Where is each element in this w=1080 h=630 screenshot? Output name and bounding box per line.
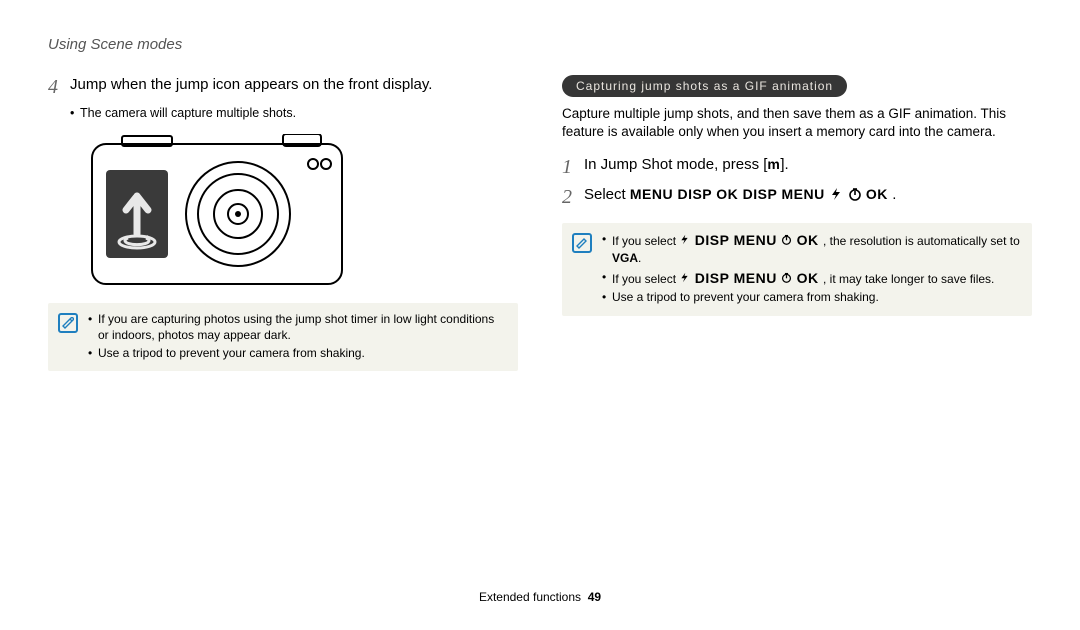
note-icon — [58, 313, 78, 333]
text-fragment: . — [892, 186, 896, 203]
flash-icon — [829, 187, 843, 201]
seq-part: MENU DISP OK DISP MENU — [630, 186, 825, 202]
page-number: 49 — [588, 590, 601, 604]
footer-section: Extended functions — [479, 590, 581, 604]
list-item: If you select DISP MENU OK , the resolut… — [602, 231, 1022, 266]
step-2: 2 Select MENU DISP OK DISP MENU OK . — [562, 185, 1032, 209]
text-fragment: If you select — [612, 272, 679, 286]
step-text: In Jump Shot mode, press [m]. — [584, 155, 789, 175]
step-4: 4 Jump when the jump icon appears on the… — [48, 75, 518, 99]
section-body: Capture multiple jump shots, and then sa… — [562, 105, 1032, 141]
section-pill: Capturing jump shots as a GIF animation — [562, 75, 847, 97]
resolution-label: VGA — [612, 251, 638, 265]
flash-icon — [679, 234, 690, 245]
menu-glyph: m — [767, 156, 780, 172]
list-item: If you are capturing photos using the ju… — [88, 311, 508, 343]
left-column: 4 Jump when the jump icon appears on the… — [48, 75, 518, 371]
text-fragment: , the resolution is automatically set to — [823, 234, 1020, 248]
step-text: Jump when the jump icon appears on the f… — [70, 75, 432, 95]
note-block-left: If you are capturing photos using the ju… — [48, 303, 518, 372]
timer-icon — [781, 234, 792, 245]
text-fragment: , it may take longer to save files. — [823, 272, 994, 286]
button-sequence: DISP MENU OK — [679, 232, 823, 248]
right-column: Capturing jump shots as a GIF animation … — [562, 75, 1032, 371]
seq-part: DISP MENU — [695, 270, 777, 286]
step-number: 4 — [48, 75, 70, 99]
camera-illustration — [88, 134, 518, 289]
button-sequence: MENU DISP OK DISP MENU OK — [630, 186, 892, 202]
page-footer: Extended functions 49 — [0, 590, 1080, 604]
timer-icon — [781, 272, 792, 283]
step-number: 1 — [562, 155, 584, 179]
note-block-right: If you select DISP MENU OK , the resolut… — [562, 223, 1032, 315]
flash-icon — [679, 272, 690, 283]
timer-icon — [848, 187, 862, 201]
text-fragment: . — [638, 251, 641, 265]
text-fragment: Select — [584, 186, 630, 203]
text-fragment: In Jump Shot mode, press [ — [584, 156, 767, 173]
seq-part: OK — [797, 270, 819, 286]
list-item: Use a tripod to prevent your camera from… — [88, 345, 508, 361]
button-sequence: DISP MENU OK — [679, 270, 823, 286]
step-1: 1 In Jump Shot mode, press [m]. — [562, 155, 1032, 179]
text-fragment: ]. — [780, 156, 788, 173]
step-text: Select MENU DISP OK DISP MENU OK . — [584, 185, 896, 205]
list-item: The camera will capture multiple shots. — [70, 105, 518, 122]
page-header: Using Scene modes — [48, 36, 1032, 53]
note-icon — [572, 233, 592, 253]
step-number: 2 — [562, 185, 584, 209]
seq-part: OK — [866, 186, 888, 202]
list-item: Use a tripod to prevent your camera from… — [602, 289, 1022, 305]
text-fragment: Use a tripod to prevent your camera from… — [612, 290, 879, 304]
seq-part: OK — [797, 232, 819, 248]
text-fragment: If you select — [612, 234, 679, 248]
seq-part: DISP MENU — [695, 232, 777, 248]
list-item: If you select DISP MENU OK , it may take… — [602, 269, 1022, 288]
step-4-bullets: The camera will capture multiple shots. — [48, 105, 518, 122]
